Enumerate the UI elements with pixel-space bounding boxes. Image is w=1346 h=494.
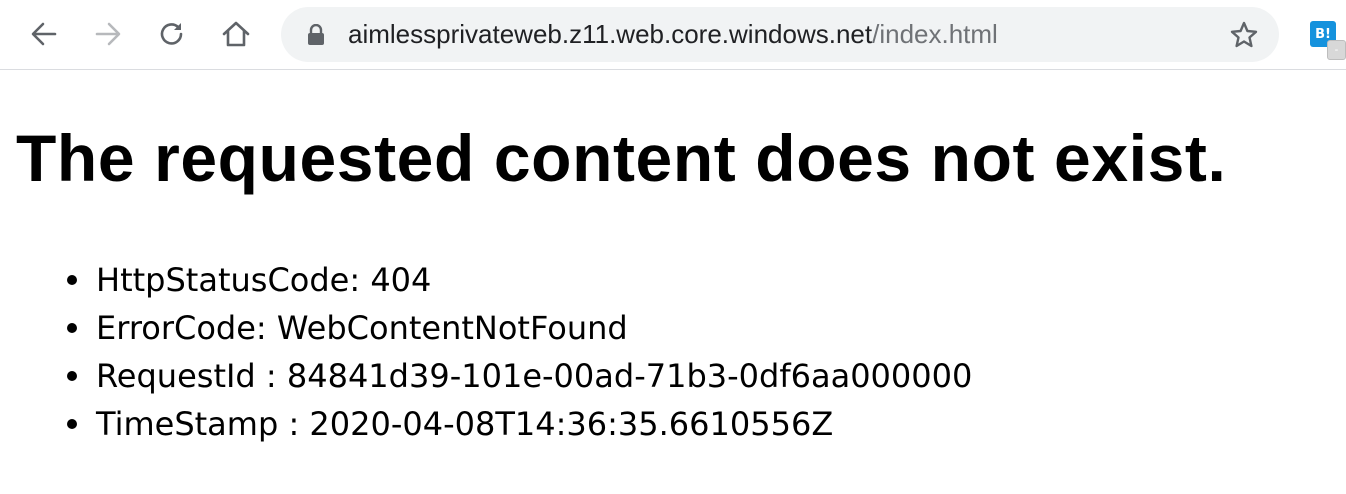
error-details-list: HttpStatusCode: 404 ErrorCode: WebConten… xyxy=(66,256,972,448)
back-button[interactable] xyxy=(24,14,64,54)
url-path: /index.html xyxy=(872,19,998,49)
home-icon xyxy=(222,21,250,47)
lock-icon[interactable] xyxy=(306,24,326,46)
star-icon[interactable] xyxy=(1229,20,1259,50)
list-item-timestamp: TimeStamp : 2020-04-08T14:36:35.6610556Z xyxy=(66,400,972,448)
reload-icon xyxy=(160,23,183,45)
list-item-status-code: HttpStatusCode: 404 xyxy=(66,256,972,304)
reload-button[interactable] xyxy=(152,14,192,54)
list-item-error-code: ErrorCode: WebContentNotFound xyxy=(66,304,972,352)
url-host: aimlessprivateweb.z11.web.core.windows.n… xyxy=(348,19,873,49)
address-url[interactable]: aimlessprivateweb.z11.web.core.windows.n… xyxy=(348,7,998,62)
extension-badge: - xyxy=(1327,40,1346,60)
browser-toolbar: aimlessprivateweb.z11.web.core.windows.n… xyxy=(0,0,1346,70)
back-arrow-icon xyxy=(31,22,57,46)
forward-arrow-icon xyxy=(95,22,121,46)
home-button[interactable] xyxy=(216,14,256,54)
forward-button[interactable] xyxy=(88,14,128,54)
address-bar[interactable]: aimlessprivateweb.z11.web.core.windows.n… xyxy=(281,7,1279,62)
page-title: The requested content does not exist. xyxy=(16,121,1227,195)
list-item-request-id: RequestId : 84841d39-101e-00ad-71b3-0df6… xyxy=(66,352,972,400)
